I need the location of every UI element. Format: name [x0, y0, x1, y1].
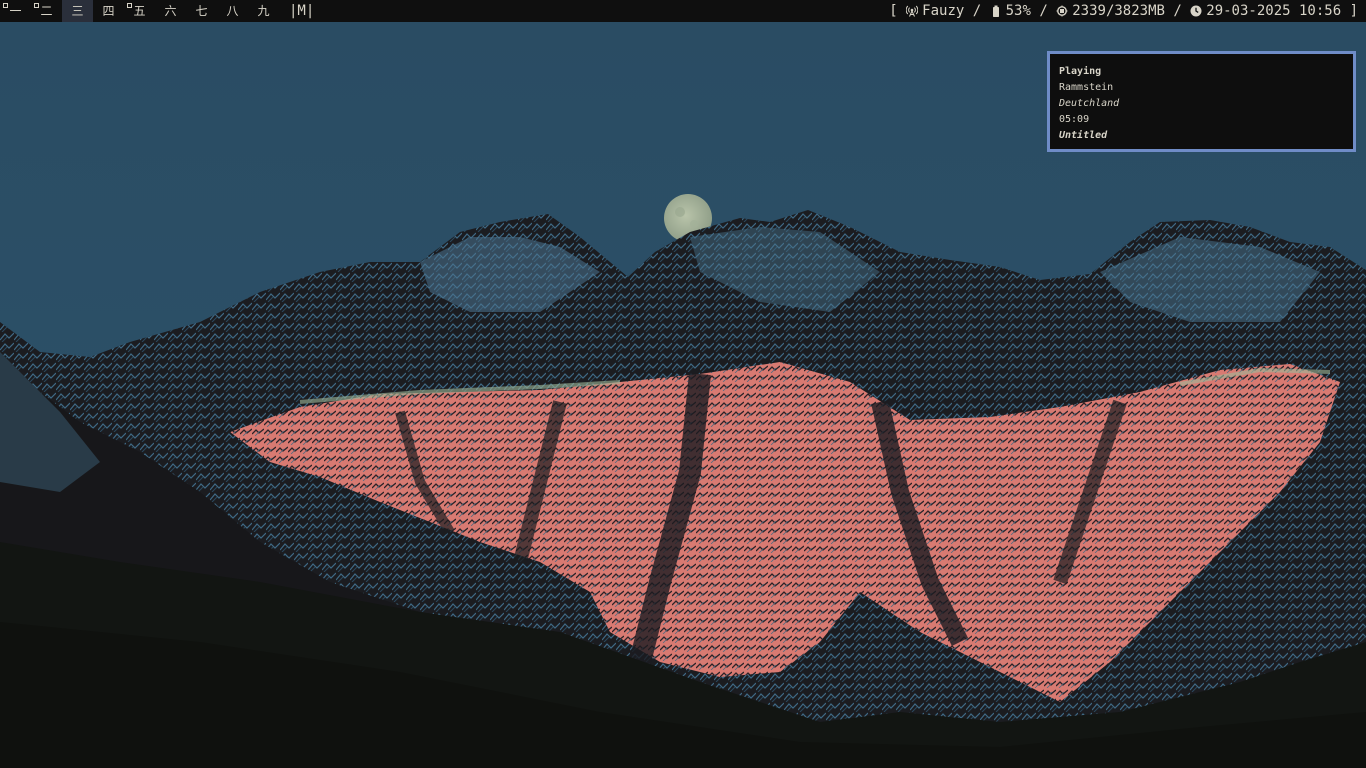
- tag-7[interactable]: 七: [186, 0, 217, 22]
- tag-6[interactable]: 六: [155, 0, 186, 22]
- tag-label: 四: [102, 4, 115, 18]
- tag-label: 八: [226, 4, 239, 18]
- tag-5[interactable]: 五: [124, 0, 155, 22]
- now-playing-notification[interactable]: Playing Rammstein Deutchland 05:09 Untit…: [1047, 51, 1356, 152]
- occupied-indicator: [3, 3, 8, 8]
- artist-name: Rammstein: [1059, 82, 1114, 93]
- track-time: 05:09: [1059, 114, 1090, 125]
- tag-9[interactable]: 九: [248, 0, 279, 22]
- status-close-bracket: ]: [1349, 3, 1358, 19]
- separator: /: [1039, 3, 1048, 19]
- tag-label: 九: [257, 4, 270, 18]
- clock-icon: [1190, 5, 1202, 17]
- status-text: [ Fauzy / 53% / 2339/3823MB / 29-03-2025…: [889, 0, 1358, 22]
- antenna-icon: [906, 5, 919, 17]
- layout-indicator[interactable]: |M|: [279, 0, 314, 22]
- tag-4[interactable]: 四: [93, 0, 124, 22]
- battery-icon: [992, 5, 999, 17]
- top-bar: 一 二 三 四 五 六 七 八 九 |M| [Fauzy / 53% / 23…: [0, 0, 1366, 22]
- cpu-chip-icon: [1056, 5, 1068, 17]
- notification-title: Playing: [1059, 66, 1102, 77]
- track-title: Untitled: [1059, 130, 1108, 141]
- tag-1[interactable]: 一: [0, 0, 31, 22]
- tag-label: 七: [195, 4, 208, 18]
- memory-usage: 2339/3823MB: [1072, 3, 1165, 19]
- date-time: 29-03-2025 10:56: [1206, 3, 1342, 19]
- tag-3[interactable]: 三: [62, 0, 93, 22]
- status-open-bracket: [: [889, 3, 898, 19]
- user-name: Fauzy: [922, 3, 965, 19]
- tag-8[interactable]: 八: [217, 0, 248, 22]
- tag-label: 三: [71, 4, 84, 18]
- occupied-indicator: [127, 3, 132, 8]
- separator: /: [1173, 3, 1182, 19]
- occupied-indicator: [34, 3, 39, 8]
- album-name: Deutchland: [1059, 98, 1120, 109]
- battery-level: 53%: [1005, 3, 1031, 19]
- tag-2[interactable]: 二: [31, 0, 62, 22]
- tag-label: 六: [164, 4, 177, 18]
- tag-list: 一 二 三 四 五 六 七 八 九 |M|: [0, 0, 314, 22]
- tag-label: 五: [133, 4, 146, 18]
- tag-label: 二: [40, 4, 53, 18]
- tag-label: 一: [9, 4, 22, 18]
- separator: /: [972, 3, 982, 19]
